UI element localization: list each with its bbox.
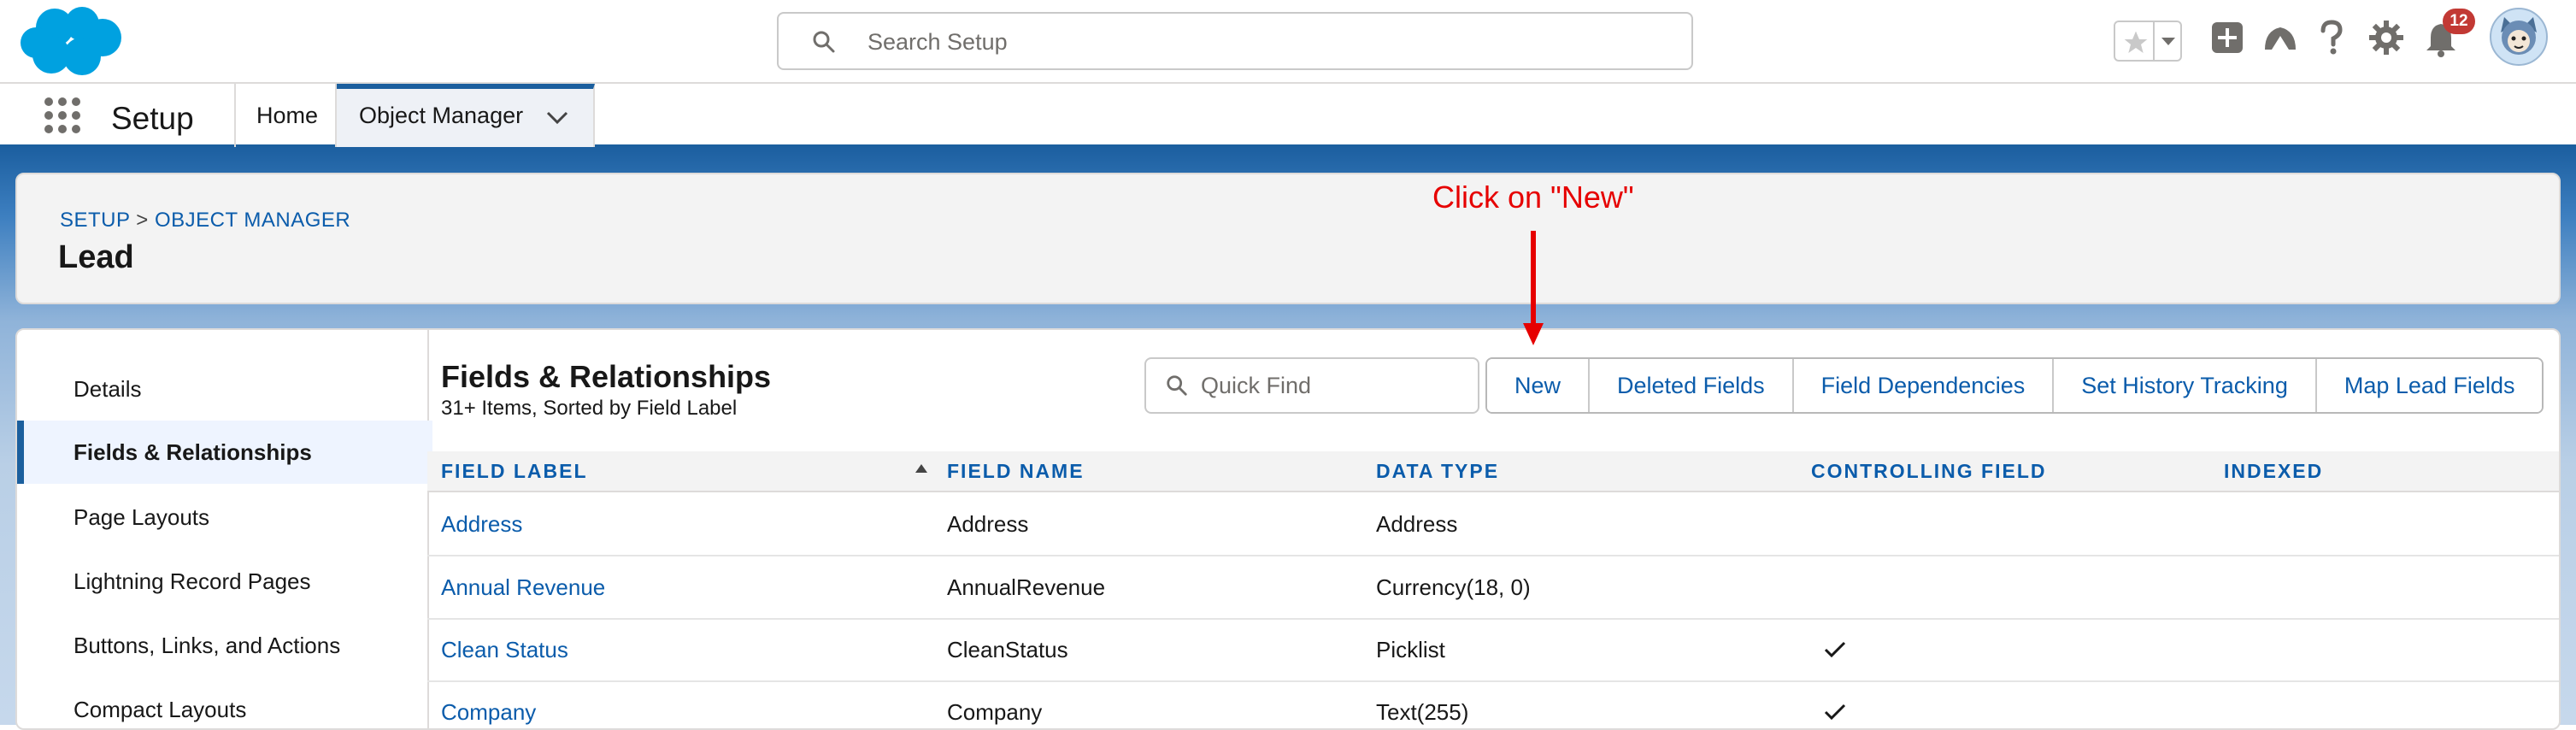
- table-header: FIELD LABEL FIELD NAME DATA TYPE CONTROL…: [427, 451, 2559, 492]
- global-search-input[interactable]: Search Setup: [777, 12, 1693, 70]
- field-label-link[interactable]: Address: [441, 511, 522, 538]
- column-header-controlling-field[interactable]: CONTROLLING FIELD: [1811, 460, 2046, 483]
- data-type: Text(255): [1376, 699, 1469, 725]
- object-header: SETUP > OBJECT MANAGER Lead: [15, 173, 2561, 304]
- sort-ascending-icon[interactable]: [915, 463, 928, 474]
- section-subtitle: 31+ Items, Sorted by Field Label: [441, 397, 738, 420]
- tab-object-manager[interactable]: Object Manager: [337, 84, 595, 147]
- sidebar-item-label: Compact Layouts: [74, 697, 247, 722]
- indexed-check-icon: [1824, 704, 1846, 721]
- field-label-link[interactable]: Clean Status: [441, 637, 568, 663]
- column-header-data-type[interactable]: DATA TYPE: [1376, 460, 1499, 483]
- action-button-group: New Deleted Fields Field Dependencies Se…: [1485, 357, 2544, 414]
- chevron-down-icon[interactable]: [2160, 36, 2177, 48]
- table-row: Clean Status CleanStatus Picklist: [427, 618, 2559, 682]
- field-name: Company: [947, 699, 1043, 725]
- table-row: Address Address Address: [427, 492, 2559, 556]
- tab-object-manager-label: Object Manager: [359, 103, 524, 128]
- sidebar-item-label: Lightning Record Pages: [74, 568, 311, 594]
- table-row: Annual Revenue AnnualRevenue Currency(18…: [427, 556, 2559, 620]
- tab-home-label: Home: [256, 103, 319, 128]
- breadcrumb-setup[interactable]: SETUP: [60, 209, 130, 232]
- instruction-annotation: Click on "New": [1432, 180, 1634, 215]
- global-header: Search Setup 12: [0, 0, 2576, 84]
- column-header-indexed[interactable]: INDEXED: [2224, 460, 2323, 483]
- sidebar-item-label: Page Layouts: [74, 504, 210, 530]
- sidebar-item-compact-layouts[interactable]: Compact Layouts: [17, 678, 426, 728]
- data-type: Picklist: [1376, 637, 1445, 662]
- annotation-arrow-icon: [1523, 231, 1544, 345]
- sidebar-item-label: Details: [74, 376, 142, 402]
- section-title: Fields & Relationships: [441, 359, 772, 394]
- field-label-link[interactable]: Company: [441, 699, 536, 726]
- breadcrumb: SETUP > OBJECT MANAGER: [60, 209, 350, 233]
- trailhead-icon[interactable]: [2261, 19, 2299, 56]
- field-name: AnnualRevenue: [947, 574, 1106, 600]
- sidebar-item-label: Buttons, Links, and Actions: [74, 633, 341, 658]
- app-name: Setup: [111, 101, 194, 136]
- fields-content: Fields & Relationships 31+ Items, Sorted…: [427, 330, 2559, 728]
- field-name: CleanStatus: [947, 637, 1068, 662]
- indexed-check-icon: [1824, 641, 1846, 658]
- add-icon[interactable]: [2210, 19, 2244, 56]
- tab-home[interactable]: Home: [234, 84, 337, 147]
- map-lead-fields-button[interactable]: Map Lead Fields: [2314, 359, 2543, 412]
- data-type: Currency(18, 0): [1376, 574, 1531, 600]
- deleted-fields-button[interactable]: Deleted Fields: [1588, 359, 1792, 412]
- breadcrumb-separator: >: [136, 209, 149, 232]
- field-dependencies-button[interactable]: Field Dependencies: [1791, 359, 2053, 412]
- sidebar-item-details[interactable]: Details: [17, 357, 426, 421]
- field-label-link[interactable]: Annual Revenue: [441, 574, 605, 601]
- sidebar-item-label: Fields & Relationships: [74, 439, 312, 465]
- column-header-field-name[interactable]: FIELD NAME: [947, 460, 1085, 483]
- notification-badge: 12: [2443, 9, 2475, 34]
- set-history-tracking-button[interactable]: Set History Tracking: [2052, 359, 2315, 412]
- table-row: Company Company Text(255): [427, 680, 2559, 728]
- main-panel: Details Fields & Relationships Page Layo…: [15, 328, 2561, 730]
- gear-icon[interactable]: [2367, 19, 2405, 56]
- sidebar-item-fields-relationships[interactable]: Fields & Relationships: [17, 421, 432, 484]
- sidebar-item-page-layouts[interactable]: Page Layouts: [17, 486, 426, 549]
- app-launcher-icon[interactable]: [43, 96, 82, 135]
- quick-find-input[interactable]: Quick Find: [1144, 357, 1479, 414]
- help-icon[interactable]: [2316, 19, 2347, 56]
- chevron-down-icon[interactable]: [545, 109, 569, 127]
- sidebar-item-buttons-links-actions[interactable]: Buttons, Links, and Actions: [17, 614, 426, 677]
- field-name: Address: [947, 511, 1029, 537]
- star-icon: [2124, 31, 2148, 53]
- user-avatar[interactable]: [2489, 7, 2549, 67]
- sidebar-item-lightning-record-pages[interactable]: Lightning Record Pages: [17, 550, 426, 613]
- search-icon: [1167, 375, 1187, 396]
- column-header-field-label[interactable]: FIELD LABEL: [441, 460, 588, 483]
- search-icon: [813, 31, 835, 53]
- object-sidebar: Details Fields & Relationships Page Layo…: [17, 330, 432, 728]
- page-title: Lead: [58, 239, 134, 275]
- salesforce-cloud-logo[interactable]: [19, 5, 123, 77]
- search-placeholder: Search Setup: [867, 29, 1008, 55]
- favorites-button[interactable]: [2114, 21, 2182, 62]
- quick-find-placeholder: Quick Find: [1201, 373, 1312, 398]
- breadcrumb-object-manager[interactable]: OBJECT MANAGER: [155, 209, 350, 232]
- notifications-button[interactable]: 12: [2424, 9, 2475, 60]
- new-button[interactable]: New: [1487, 359, 1589, 412]
- data-type: Address: [1376, 511, 1458, 537]
